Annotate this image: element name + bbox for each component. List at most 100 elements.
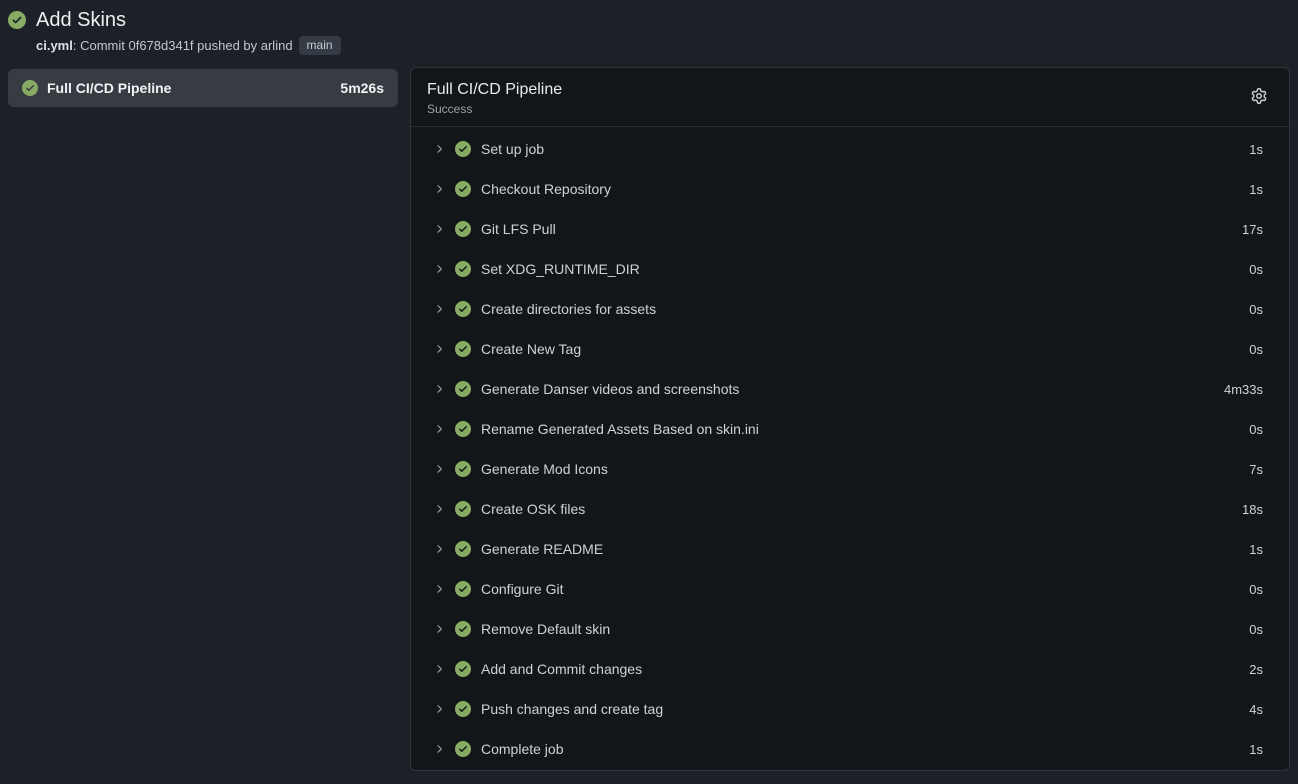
jobs-sidebar: Full CI/CD Pipeline 5m26s	[8, 67, 398, 771]
step-row[interactable]: Complete job 1s	[411, 729, 1289, 769]
step-duration: 0s	[1249, 582, 1263, 597]
step-success-icon	[455, 181, 471, 197]
step-name: Create New Tag	[481, 341, 1239, 357]
step-row[interactable]: Create directories for assets 0s	[411, 289, 1289, 329]
chevron-right-icon[interactable]	[433, 383, 445, 395]
step-success-icon	[455, 221, 471, 237]
commit-summary: ci.yml: Commit 0f678d341f pushed by arli…	[36, 38, 293, 53]
gear-icon	[1251, 88, 1267, 107]
step-name: Generate Mod Icons	[481, 461, 1239, 477]
chevron-right-icon[interactable]	[433, 263, 445, 275]
chevron-right-icon[interactable]	[433, 623, 445, 635]
run-title: Add Skins	[36, 6, 126, 34]
step-name: Configure Git	[481, 581, 1239, 597]
sidebar-job-item[interactable]: Full CI/CD Pipeline 5m26s	[8, 69, 398, 107]
job-settings-button[interactable]	[1249, 86, 1269, 109]
chevron-right-icon[interactable]	[433, 663, 445, 675]
chevron-right-icon[interactable]	[433, 183, 445, 195]
step-duration: 1s	[1249, 542, 1263, 557]
step-name: Complete job	[481, 741, 1239, 757]
run-header: Add Skins ci.yml: Commit 0f678d341f push…	[0, 0, 1298, 55]
step-name: Push changes and create tag	[481, 701, 1239, 717]
step-name: Checkout Repository	[481, 181, 1239, 197]
step-duration: 4s	[1249, 702, 1263, 717]
steps-list: Set up job 1s Checkout Repository 1s	[411, 127, 1289, 770]
step-duration: 0s	[1249, 262, 1263, 277]
commit-text: : Commit 0f678d341f pushed by arlind	[73, 38, 293, 53]
chevron-right-icon[interactable]	[433, 543, 445, 555]
chevron-right-icon[interactable]	[433, 423, 445, 435]
job-panel: Full CI/CD Pipeline Success	[410, 67, 1290, 771]
step-row[interactable]: Create OSK files 18s	[411, 489, 1289, 529]
chevron-right-icon[interactable]	[433, 143, 445, 155]
step-duration: 0s	[1249, 422, 1263, 437]
step-success-icon	[455, 261, 471, 277]
step-row[interactable]: Set XDG_RUNTIME_DIR 0s	[411, 249, 1289, 289]
step-row[interactable]: Rename Generated Assets Based on skin.in…	[411, 409, 1289, 449]
step-name: Remove Default skin	[481, 621, 1239, 637]
step-duration: 4m33s	[1224, 382, 1263, 397]
step-duration: 1s	[1249, 142, 1263, 157]
step-row[interactable]: Generate Danser videos and screenshots 4…	[411, 369, 1289, 409]
step-name: Set up job	[481, 141, 1239, 157]
step-name: Create directories for assets	[481, 301, 1239, 317]
step-success-icon	[455, 541, 471, 557]
step-row[interactable]: Generate README 1s	[411, 529, 1289, 569]
job-status-text: Success	[427, 102, 562, 116]
step-success-icon	[455, 141, 471, 157]
step-name: Create OSK files	[481, 501, 1232, 517]
step-success-icon	[455, 461, 471, 477]
step-row[interactable]: Set up job 1s	[411, 129, 1289, 169]
job-duration: 5m26s	[340, 80, 384, 96]
step-row[interactable]: Push changes and create tag 4s	[411, 689, 1289, 729]
step-success-icon	[455, 741, 471, 757]
chevron-right-icon[interactable]	[433, 503, 445, 515]
step-row[interactable]: Configure Git 0s	[411, 569, 1289, 609]
branch-badge[interactable]: main	[299, 36, 341, 55]
job-name: Full CI/CD Pipeline	[47, 80, 331, 96]
step-row[interactable]: Generate Mod Icons 7s	[411, 449, 1289, 489]
chevron-right-icon[interactable]	[433, 303, 445, 315]
step-name: Generate Danser videos and screenshots	[481, 381, 1214, 397]
chevron-right-icon[interactable]	[433, 703, 445, 715]
step-duration: 1s	[1249, 182, 1263, 197]
job-panel-title: Full CI/CD Pipeline	[427, 79, 562, 100]
step-row[interactable]: Create New Tag 0s	[411, 329, 1289, 369]
job-panel-header: Full CI/CD Pipeline Success	[411, 68, 1289, 127]
run-meta: ci.yml: Commit 0f678d341f pushed by arli…	[36, 36, 1290, 55]
step-row[interactable]: Git LFS Pull 17s	[411, 209, 1289, 249]
step-name: Git LFS Pull	[481, 221, 1232, 237]
step-success-icon	[455, 301, 471, 317]
run-success-icon	[8, 11, 26, 29]
step-success-icon	[455, 581, 471, 597]
step-name: Generate README	[481, 541, 1239, 557]
chevron-right-icon[interactable]	[433, 343, 445, 355]
step-name: Add and Commit changes	[481, 661, 1239, 677]
step-success-icon	[455, 501, 471, 517]
job-success-icon	[22, 80, 38, 96]
step-row[interactable]: Remove Default skin 0s	[411, 609, 1289, 649]
step-success-icon	[455, 421, 471, 437]
step-duration: 17s	[1242, 222, 1263, 237]
chevron-right-icon[interactable]	[433, 223, 445, 235]
step-duration: 0s	[1249, 622, 1263, 637]
step-duration: 1s	[1249, 742, 1263, 757]
step-name: Rename Generated Assets Based on skin.in…	[481, 421, 1239, 437]
step-duration: 7s	[1249, 462, 1263, 477]
step-row[interactable]: Add and Commit changes 2s	[411, 649, 1289, 689]
job-panel-titles: Full CI/CD Pipeline Success	[427, 79, 562, 116]
step-name: Set XDG_RUNTIME_DIR	[481, 261, 1239, 277]
step-duration: 0s	[1249, 302, 1263, 317]
step-success-icon	[455, 701, 471, 717]
step-row[interactable]: Checkout Repository 1s	[411, 169, 1289, 209]
step-duration: 18s	[1242, 502, 1263, 517]
chevron-right-icon[interactable]	[433, 743, 445, 755]
chevron-right-icon[interactable]	[433, 463, 445, 475]
actions-run-page: Add Skins ci.yml: Commit 0f678d341f push…	[0, 0, 1298, 784]
step-duration: 2s	[1249, 662, 1263, 677]
step-success-icon	[455, 621, 471, 637]
workflow-file-label: ci.yml	[36, 38, 73, 53]
run-content: Full CI/CD Pipeline 5m26s Full CI/CD Pip…	[0, 55, 1298, 784]
step-success-icon	[455, 341, 471, 357]
chevron-right-icon[interactable]	[433, 583, 445, 595]
